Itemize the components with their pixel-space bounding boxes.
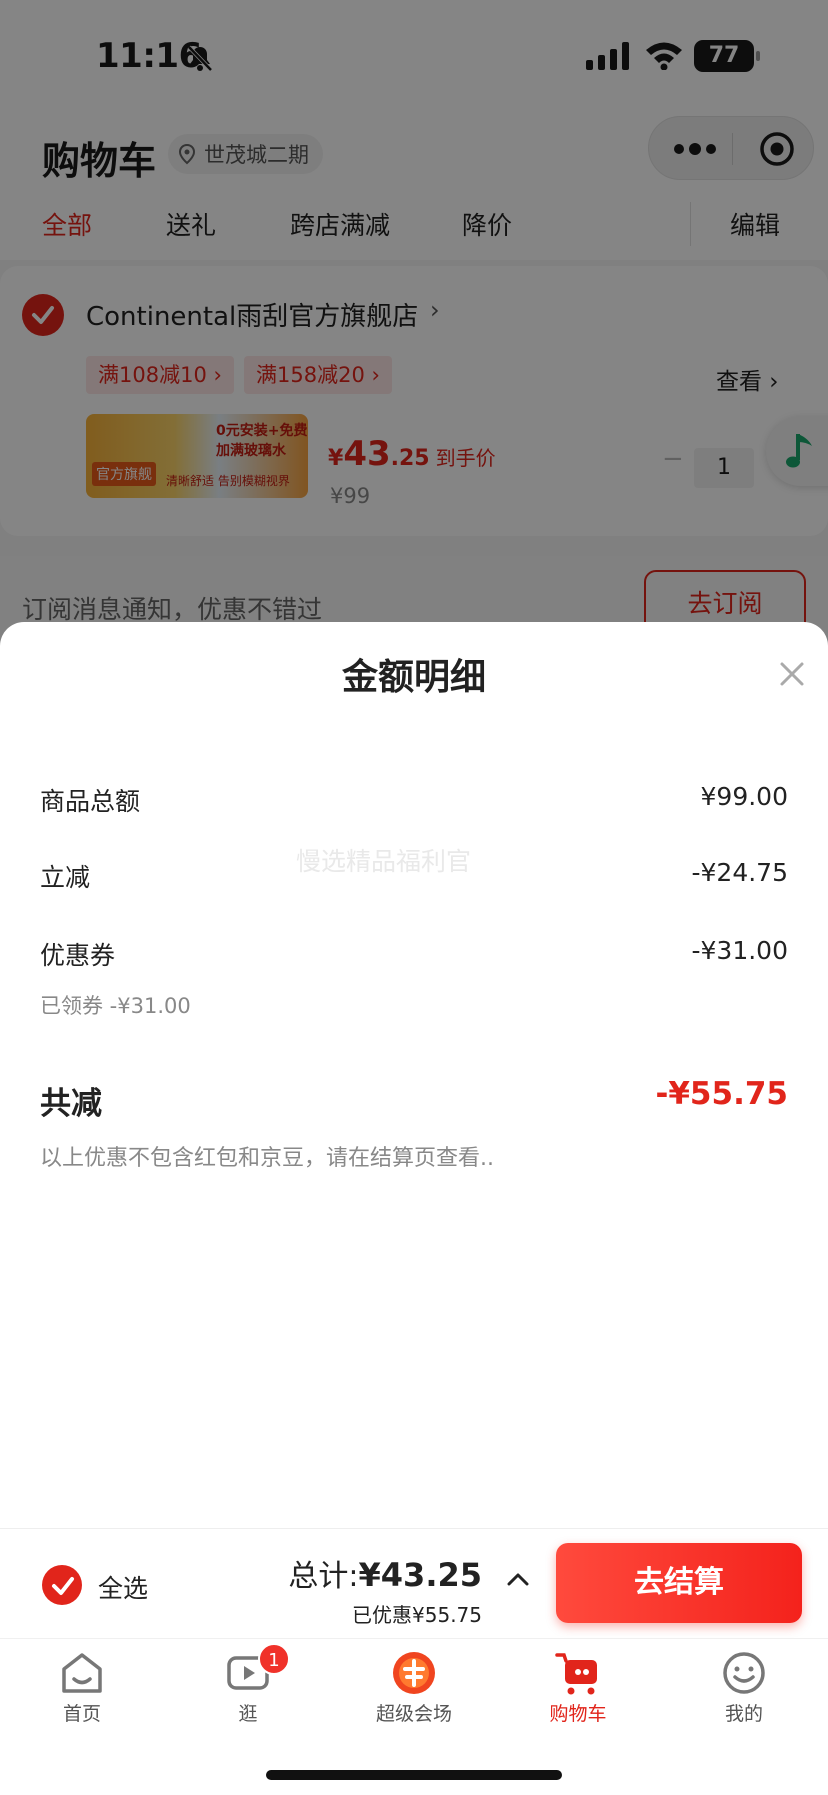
tab-label: 逛 <box>238 1703 258 1725</box>
instant-discount-value: -¥24.75 <box>691 858 789 887</box>
total-amount: 总计:¥43.25 <box>288 1551 482 1595</box>
checkout-button[interactable]: 去结算 <box>556 1543 802 1623</box>
sheet-title: 金额明细 <box>341 657 486 698</box>
select-all-label[interactable]: 全选 <box>98 1569 148 1605</box>
coupon-value: -¥31.00 <box>691 936 789 965</box>
tab-label: 我的 <box>724 1703 763 1725</box>
total-discount-label: 共减 <box>40 1086 102 1122</box>
home-icon <box>62 1653 102 1693</box>
total-discount-value: -¥55.75 <box>655 1076 789 1112</box>
tab-super-venue[interactable]: 超级会场 <box>354 1649 474 1726</box>
tab-label: 购物车 <box>549 1703 607 1725</box>
home-indicator <box>266 1770 562 1780</box>
tab-label: 首页 <box>62 1703 101 1725</box>
tab-home[interactable]: 首页 <box>22 1649 142 1726</box>
tab-label: 超级会场 <box>375 1703 452 1725</box>
close-icon[interactable] <box>776 658 808 690</box>
chevron-up-icon[interactable] <box>506 1571 530 1587</box>
select-all-checkbox[interactable] <box>42 1565 82 1605</box>
total-prefix: 总计: <box>288 1559 359 1594</box>
check-icon <box>52 1577 74 1595</box>
watermark: 慢选精品福利官 <box>296 847 472 876</box>
notification-badge: 1 <box>258 1643 290 1675</box>
cart-icon <box>555 1653 597 1695</box>
super-venue-icon <box>393 1652 435 1694</box>
tab-profile[interactable]: 我的 <box>684 1649 804 1726</box>
instant-discount-label: 立减 <box>40 863 91 892</box>
tab-browse[interactable]: 1 逛 <box>188 1643 308 1726</box>
coupon-label: 优惠券 <box>40 941 116 970</box>
coupon-claimed: 已领券 -¥31.00 <box>40 994 191 1018</box>
subtotal-label: 商品总额 <box>40 787 141 816</box>
total-value: ¥43.25 <box>358 1556 482 1594</box>
saved-amount: 已优惠¥55.75 <box>352 1603 482 1627</box>
tab-cart[interactable]: 购物车 <box>518 1649 638 1726</box>
checkout-bar: 全选 总计:¥43.25 已优惠¥55.75 去结算 <box>0 1528 828 1638</box>
profile-icon <box>723 1652 765 1694</box>
discount-note: 以上优惠不包含红包和京豆，请在结算页查看.. <box>40 1146 494 1171</box>
subtotal-value: ¥99.00 <box>700 782 788 811</box>
